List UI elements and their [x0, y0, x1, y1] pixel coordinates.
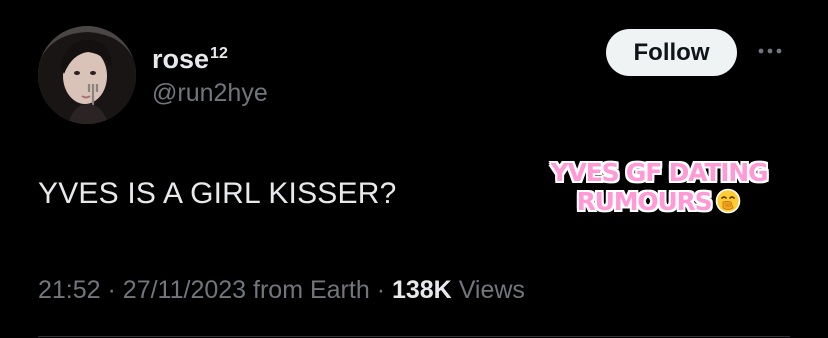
display-name-text: rose	[152, 44, 210, 74]
tweet-date[interactable]: 27/11/2023	[123, 276, 246, 304]
more-options-button[interactable]	[752, 36, 788, 66]
overlay-line-2-row: RUMOURS	[520, 187, 798, 216]
overlay-line-2: RUMOURS	[576, 187, 713, 216]
avatar[interactable]	[38, 26, 136, 124]
divider	[38, 336, 790, 337]
tweet-text: YVES IS A GIRL KISSER?	[38, 177, 397, 210]
meta-separator: ·	[376, 276, 386, 304]
overlay-line-1: YVES GF DATING	[550, 158, 769, 187]
hand-over-mouth-emoji	[715, 188, 741, 214]
ellipsis-icon	[758, 48, 782, 54]
views-label[interactable]: Views	[459, 276, 525, 304]
display-name-superscript: 12	[210, 45, 228, 62]
tweet-time[interactable]: 21:52	[38, 276, 101, 304]
overlay-caption: YVES GF DATING RUMOURS	[520, 158, 798, 216]
author-display-name[interactable]: rose12	[152, 38, 228, 75]
views-count[interactable]: 138K	[392, 276, 452, 304]
avatar-photo	[38, 26, 136, 124]
follow-button[interactable]: Follow	[606, 29, 737, 76]
tweet-source: from Earth	[253, 276, 370, 304]
tweet-meta: 21:52 · 27/11/2023 from Earth · 138K Vie…	[38, 274, 525, 306]
author-handle[interactable]: @run2hye	[152, 78, 268, 108]
meta-separator: ·	[107, 276, 116, 304]
